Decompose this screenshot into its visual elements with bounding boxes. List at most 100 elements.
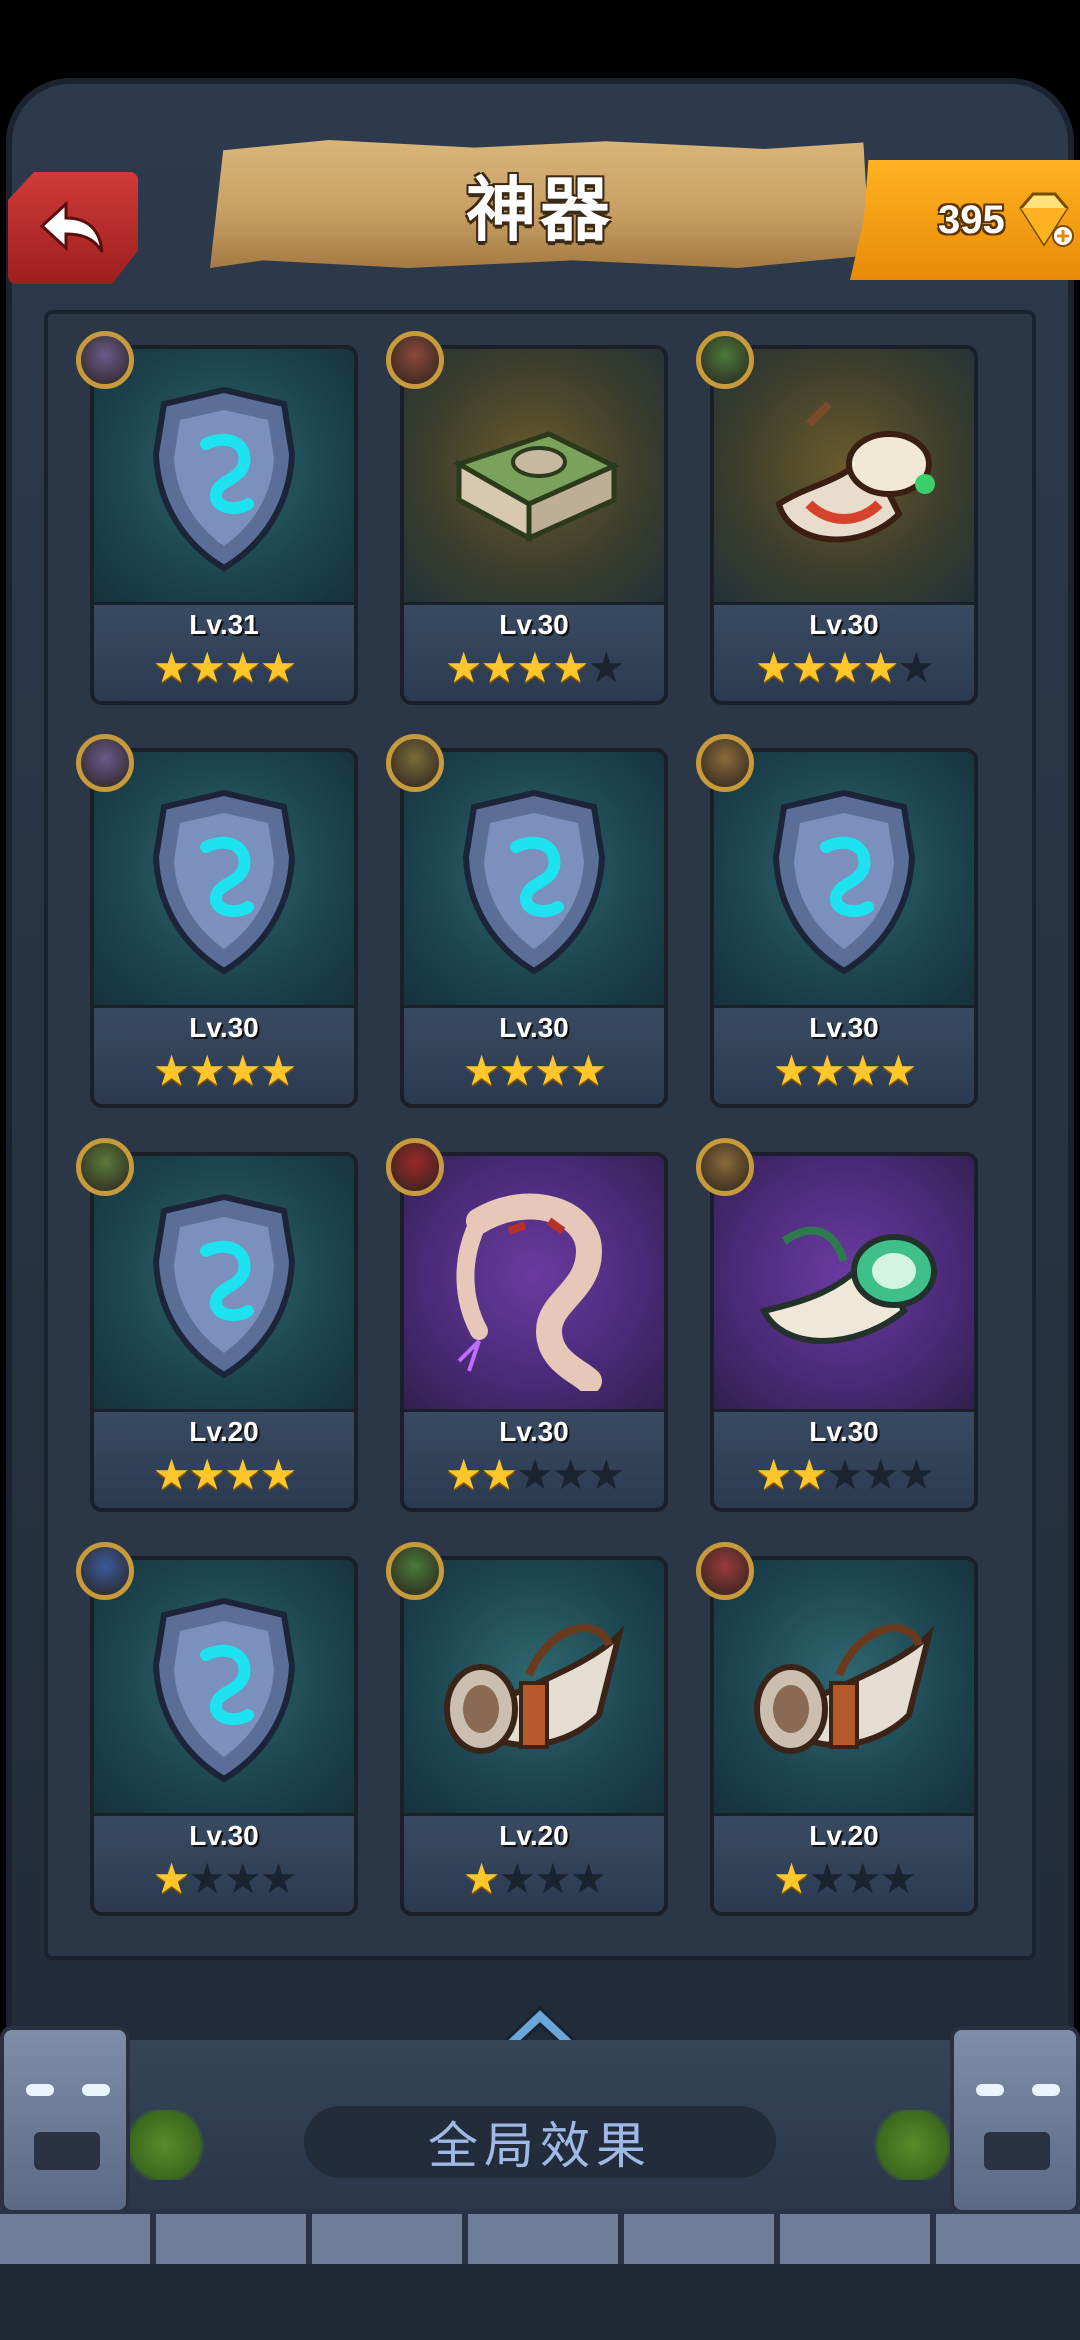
artifact-card[interactable]: Lv.30 ★★★★★: [400, 1152, 668, 1512]
back-arrow-icon: [39, 200, 104, 253]
bush-decoration: [868, 2110, 958, 2180]
star-filled-icon: ★: [152, 643, 191, 692]
hero-portrait-icon: [76, 331, 134, 389]
diamond-icon: [1018, 192, 1074, 247]
artifact-card[interactable]: Lv.30 ★★★★: [90, 1556, 358, 1916]
hero-portrait-icon: [386, 1138, 444, 1196]
star-filled-icon: ★: [808, 1046, 846, 1095]
star-filled-icon: ★: [534, 1046, 572, 1095]
artifact-footer: Lv.30 ★★★★: [94, 1005, 354, 1104]
artifact-art: [94, 1156, 354, 1420]
star-filled-icon: ★: [224, 1450, 262, 1499]
star-filled-icon: ★: [826, 643, 864, 692]
artifact-footer: Lv.30 ★★★★: [94, 1813, 354, 1912]
artifact-art: [94, 1560, 354, 1824]
tiki-statue-left: [0, 2026, 130, 2214]
gem-counter[interactable]: 395: [850, 160, 1080, 280]
back-button[interactable]: [8, 172, 138, 284]
star-empty-icon: ★: [826, 1450, 864, 1499]
hero-portrait-icon: [386, 1542, 444, 1600]
star-filled-icon: ★: [444, 1450, 483, 1499]
star-rating: ★★★★: [404, 1856, 664, 1902]
artifact-card[interactable]: Lv.30 ★★★★: [90, 748, 358, 1108]
artifact-art: [404, 1560, 664, 1824]
hero-portrait-icon: [76, 1138, 134, 1196]
artifact-card[interactable]: Lv.30 ★★★★★: [710, 345, 978, 705]
artifact-card[interactable]: Lv.30 ★★★★: [400, 748, 668, 1108]
hero-portrait-icon: [386, 734, 444, 792]
title-ribbon: 神器: [210, 140, 870, 268]
artifact-card[interactable]: Lv.20 ★★★★: [90, 1152, 358, 1512]
star-rating: ★★★★★: [714, 645, 974, 691]
shield-icon: [144, 1595, 304, 1789]
star-filled-icon: ★: [790, 643, 829, 692]
star-empty-icon: ★: [844, 1854, 882, 1903]
shield-icon: [764, 787, 924, 981]
star-filled-icon: ★: [861, 643, 900, 692]
shield-icon: [144, 787, 304, 981]
artifact-level: Lv.30: [189, 1820, 259, 1851]
artifact-art: [714, 1560, 974, 1824]
artifact-card[interactable]: Lv.20 ★★★★: [400, 1556, 668, 1916]
artifact-card[interactable]: Lv.30 ★★★★: [710, 748, 978, 1108]
artifact-footer: Lv.30 ★★★★★: [714, 1409, 974, 1508]
hero-portrait-icon: [386, 331, 444, 389]
star-rating: ★★★★: [714, 1856, 974, 1902]
artifact-footer: Lv.20 ★★★★: [94, 1409, 354, 1508]
artifact-level: Lv.30: [499, 1416, 569, 1447]
war-horn-icon: [739, 1605, 949, 1779]
star-filled-icon: ★: [462, 1854, 501, 1903]
global-effects-label: 全局效果: [428, 2117, 652, 2175]
jade-horn-icon: [744, 1201, 944, 1375]
star-filled-icon: ★: [188, 643, 226, 692]
artifact-card[interactable]: Lv.30 ★★★★★: [710, 1152, 978, 1512]
star-filled-icon: ★: [259, 643, 298, 692]
artifact-card[interactable]: Lv.30 ★★★★★: [400, 345, 668, 705]
star-filled-icon: ★: [879, 1046, 918, 1095]
artifact-card[interactable]: Lv.31 ★★★★: [90, 345, 358, 705]
artifact-footer: Lv.30 ★★★★: [714, 1005, 974, 1104]
page-title: 神器: [466, 168, 614, 251]
star-filled-icon: ★: [754, 1450, 793, 1499]
tiki-statue-right: [950, 2026, 1080, 2214]
drum-horn-icon: [749, 394, 939, 568]
tiki-mouth: [984, 2132, 1050, 2170]
artifact-footer: Lv.30 ★★★★: [404, 1005, 664, 1104]
star-rating: ★★★★: [94, 645, 354, 691]
star-filled-icon: ★: [790, 1450, 829, 1499]
star-empty-icon: ★: [879, 1854, 918, 1903]
artifact-level: Lv.20: [189, 1416, 259, 1447]
shield-icon: [144, 1191, 304, 1385]
star-filled-icon: ★: [498, 1046, 536, 1095]
artifact-footer: Lv.31 ★★★★: [94, 602, 354, 701]
stone-wall: [0, 2210, 1080, 2268]
star-filled-icon: ★: [152, 1046, 191, 1095]
claw-icon: [439, 1181, 629, 1395]
artifact-level: Lv.31: [189, 609, 259, 640]
global-effects-button[interactable]: 全局效果: [304, 2106, 776, 2178]
star-rating: ★★★★: [94, 1048, 354, 1094]
artifact-level: Lv.20: [499, 1820, 569, 1851]
hero-portrait-icon: [696, 1138, 754, 1196]
star-filled-icon: ★: [772, 1046, 811, 1095]
artifact-level: Lv.30: [809, 609, 879, 640]
artifact-card[interactable]: Lv.20 ★★★★: [710, 1556, 978, 1916]
tiki-eye: [976, 2084, 1004, 2096]
star-filled-icon: ★: [224, 1046, 262, 1095]
artifact-level: Lv.30: [499, 609, 569, 640]
star-filled-icon: ★: [152, 1450, 191, 1499]
artifact-level: Lv.20: [809, 1820, 879, 1851]
star-filled-icon: ★: [188, 1450, 226, 1499]
artifact-art: [404, 349, 664, 613]
star-rating: ★★★★: [94, 1452, 354, 1498]
shield-icon: [454, 787, 614, 981]
star-filled-icon: ★: [844, 1046, 882, 1095]
star-filled-icon: ★: [444, 643, 483, 692]
status-bar: [0, 0, 1080, 78]
artifact-art: [714, 1156, 974, 1420]
artifact-art: [94, 752, 354, 1016]
star-filled-icon: ★: [772, 1854, 811, 1903]
star-rating: ★★★★★: [404, 645, 664, 691]
star-rating: ★★★★★: [404, 1452, 664, 1498]
star-empty-icon: ★: [587, 1450, 625, 1499]
